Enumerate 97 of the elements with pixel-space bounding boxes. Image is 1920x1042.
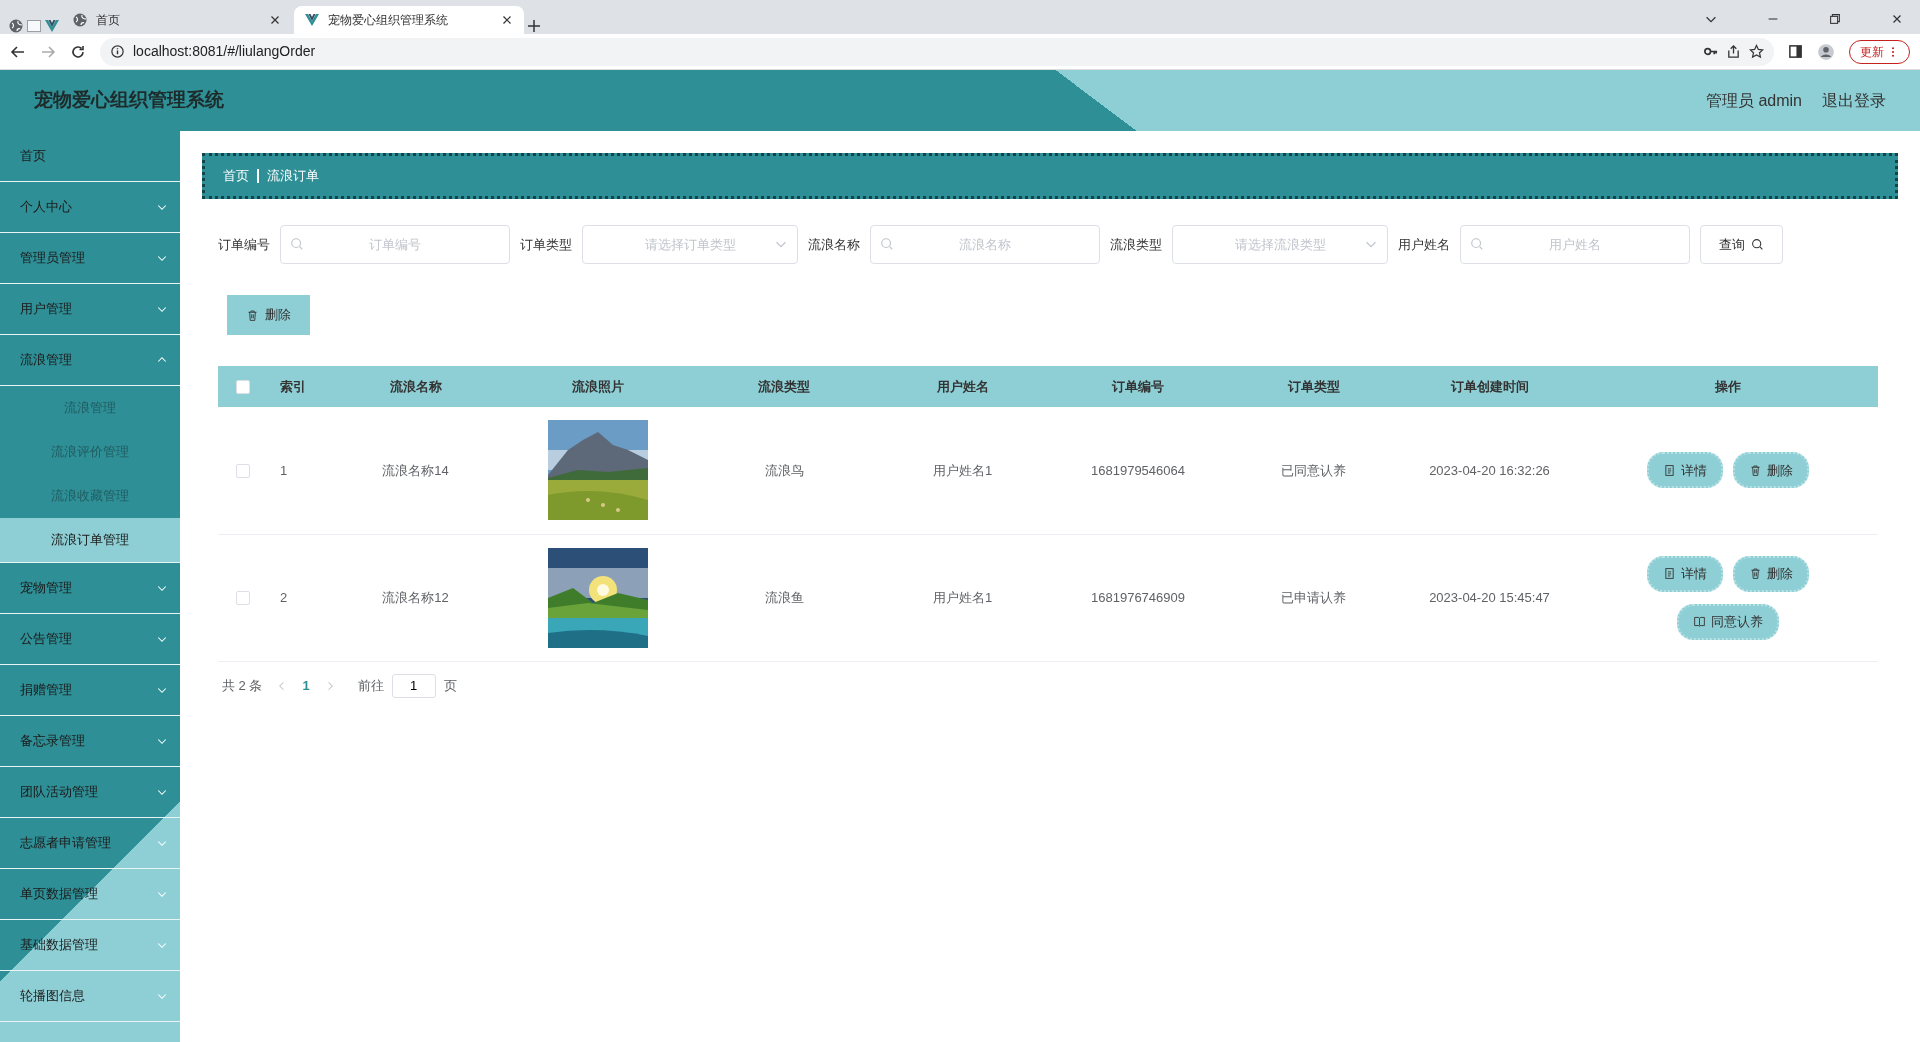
table-cell: 1681976746909	[1091, 589, 1185, 605]
new-tab-icon[interactable]	[526, 18, 542, 34]
search-field[interactable]: 订单编号	[280, 225, 510, 264]
select-field[interactable]: 请选择流浪类型	[1172, 225, 1388, 264]
select-all-checkbox[interactable]	[236, 380, 250, 395]
column-header: 流浪名称	[328, 366, 503, 407]
search-field[interactable]: 用户姓名	[1460, 225, 1690, 264]
column-header: 订单类型	[1226, 366, 1401, 407]
submenu-item[interactable]: 流浪订单管理	[0, 518, 180, 562]
sidebar-item[interactable]: 流浪管理	[0, 335, 180, 386]
page-number[interactable]: 1	[302, 675, 310, 696]
action-button[interactable]: 删除	[1733, 452, 1809, 489]
tab-title: 宠物爱心组织管理系统	[328, 12, 449, 29]
url-text[interactable]: localhost:8081/#/liulangOrder	[133, 41, 316, 62]
search-icon	[1751, 238, 1764, 251]
column-header: 订单创建时间	[1401, 366, 1578, 407]
table-cell: 用户姓名1	[932, 462, 993, 478]
goto-label: 前往	[357, 676, 384, 695]
document-icon	[1663, 463, 1676, 477]
profile-icon[interactable]	[1816, 42, 1835, 61]
table-cell: 已申请认养	[1281, 589, 1346, 605]
trash-icon	[1749, 463, 1762, 477]
action-button[interactable]: 详情	[1647, 555, 1723, 592]
select-field[interactable]: 请选择订单类型	[582, 225, 798, 264]
document-icon	[1663, 567, 1676, 580]
book-icon	[1693, 615, 1706, 628]
back-icon[interactable]	[10, 43, 26, 60]
action-button[interactable]: 详情	[1647, 452, 1723, 489]
sidebar-item[interactable]: 单页数据管理	[0, 869, 180, 920]
filter-label: 用户姓名	[1398, 235, 1450, 254]
action-button[interactable]: 删除	[1733, 555, 1809, 592]
row-checkbox[interactable]	[236, 591, 250, 606]
sidebar-item[interactable]: 首页	[0, 131, 180, 182]
sidebar-item[interactable]: 志愿者申请管理	[0, 818, 180, 869]
trash-icon	[246, 308, 259, 322]
tab-title: 首页	[96, 12, 121, 29]
user-label: 管理员 admin	[1705, 90, 1802, 111]
restore-icon[interactable]	[1828, 12, 1842, 26]
column-header: 订单编号	[1050, 366, 1226, 407]
update-button[interactable]: 更新	[1848, 39, 1910, 64]
table-cell: 用户姓名1	[932, 589, 993, 605]
page-input[interactable]: 1	[391, 673, 436, 698]
sidebar-item[interactable]: 公告管理	[0, 614, 180, 665]
column-header: 用户姓名	[875, 366, 1050, 407]
column-header: 流浪照片	[503, 366, 693, 407]
filter-label: 订单类型	[520, 235, 572, 254]
column-header: 索引	[268, 366, 328, 407]
globe-icon[interactable]	[8, 18, 24, 34]
globe-icon	[72, 12, 88, 28]
search-icon	[290, 237, 304, 251]
info-icon[interactable]	[110, 44, 125, 59]
breadcrumb-item: 流浪订单	[267, 167, 319, 186]
sidebar-item[interactable]: 管理员管理	[0, 233, 180, 284]
table-cell: 流浪名称14	[382, 462, 449, 478]
table-cell: 1	[280, 462, 288, 478]
sidebar-item[interactable]: 团队活动管理	[0, 767, 180, 818]
browser-tab[interactable]: 首页	[62, 6, 292, 34]
search-icon	[1470, 237, 1484, 251]
column-header: 流浪类型	[693, 366, 875, 407]
side-panel-icon[interactable]	[1787, 44, 1803, 59]
page-suffix: 页	[443, 676, 457, 695]
logout-link[interactable]: 退出登录	[1822, 88, 1886, 113]
sidebar-item[interactable]: 基础数据管理	[0, 920, 180, 971]
row-checkbox[interactable]	[236, 464, 250, 479]
sidebar-item[interactable]: 用户管理	[0, 284, 180, 335]
reload-icon[interactable]	[70, 43, 86, 60]
action-button[interactable]: 同意认养	[1677, 603, 1779, 640]
delete-button[interactable]: 删除	[230, 298, 307, 332]
search-icon	[880, 237, 894, 251]
search-field[interactable]: 流浪名称	[870, 225, 1100, 264]
breadcrumb-item[interactable]: 首页	[223, 166, 249, 186]
sidebar-item[interactable]: 轮播图信息	[0, 971, 180, 1022]
trash-icon	[1749, 567, 1762, 580]
table-cell: 1681979546064	[1091, 462, 1185, 478]
filter-label: 流浪类型	[1110, 235, 1162, 254]
table-cell: 流浪鱼	[764, 589, 804, 605]
sidebar-item[interactable]: 个人中心	[0, 182, 180, 233]
sidebar-item[interactable]: 宠物管理	[0, 563, 180, 614]
star-icon[interactable]	[1748, 44, 1764, 59]
table-cell: 流浪鸟	[764, 462, 804, 478]
logo-icon	[304, 12, 320, 28]
table-cell: 流浪名称12	[382, 589, 449, 605]
filter-label: 流浪名称	[808, 235, 860, 254]
filter-label: 订单编号	[218, 235, 270, 254]
table-cell: 2023-04-20 15:45:47	[1429, 589, 1550, 605]
logo-icon[interactable]	[44, 18, 60, 34]
column-header: 操作	[1578, 366, 1878, 407]
browser-tab[interactable]: 宠物爱心组织管理系统	[294, 6, 524, 34]
table-cell: 2	[280, 589, 288, 605]
sidebar-item[interactable]: 备忘录管理	[0, 716, 180, 767]
table-cell: 已同意认养	[1281, 462, 1346, 478]
sidebar-item[interactable]: 捐赠管理	[0, 665, 180, 716]
total-count: 共 2 条	[222, 676, 263, 695]
share-icon[interactable]	[1725, 44, 1741, 59]
table-cell: 2023-04-20 16:32:26	[1429, 462, 1550, 478]
app-title: 宠物爱心组织管理系统	[34, 88, 224, 113]
query-button[interactable]: 查询	[1700, 225, 1783, 264]
